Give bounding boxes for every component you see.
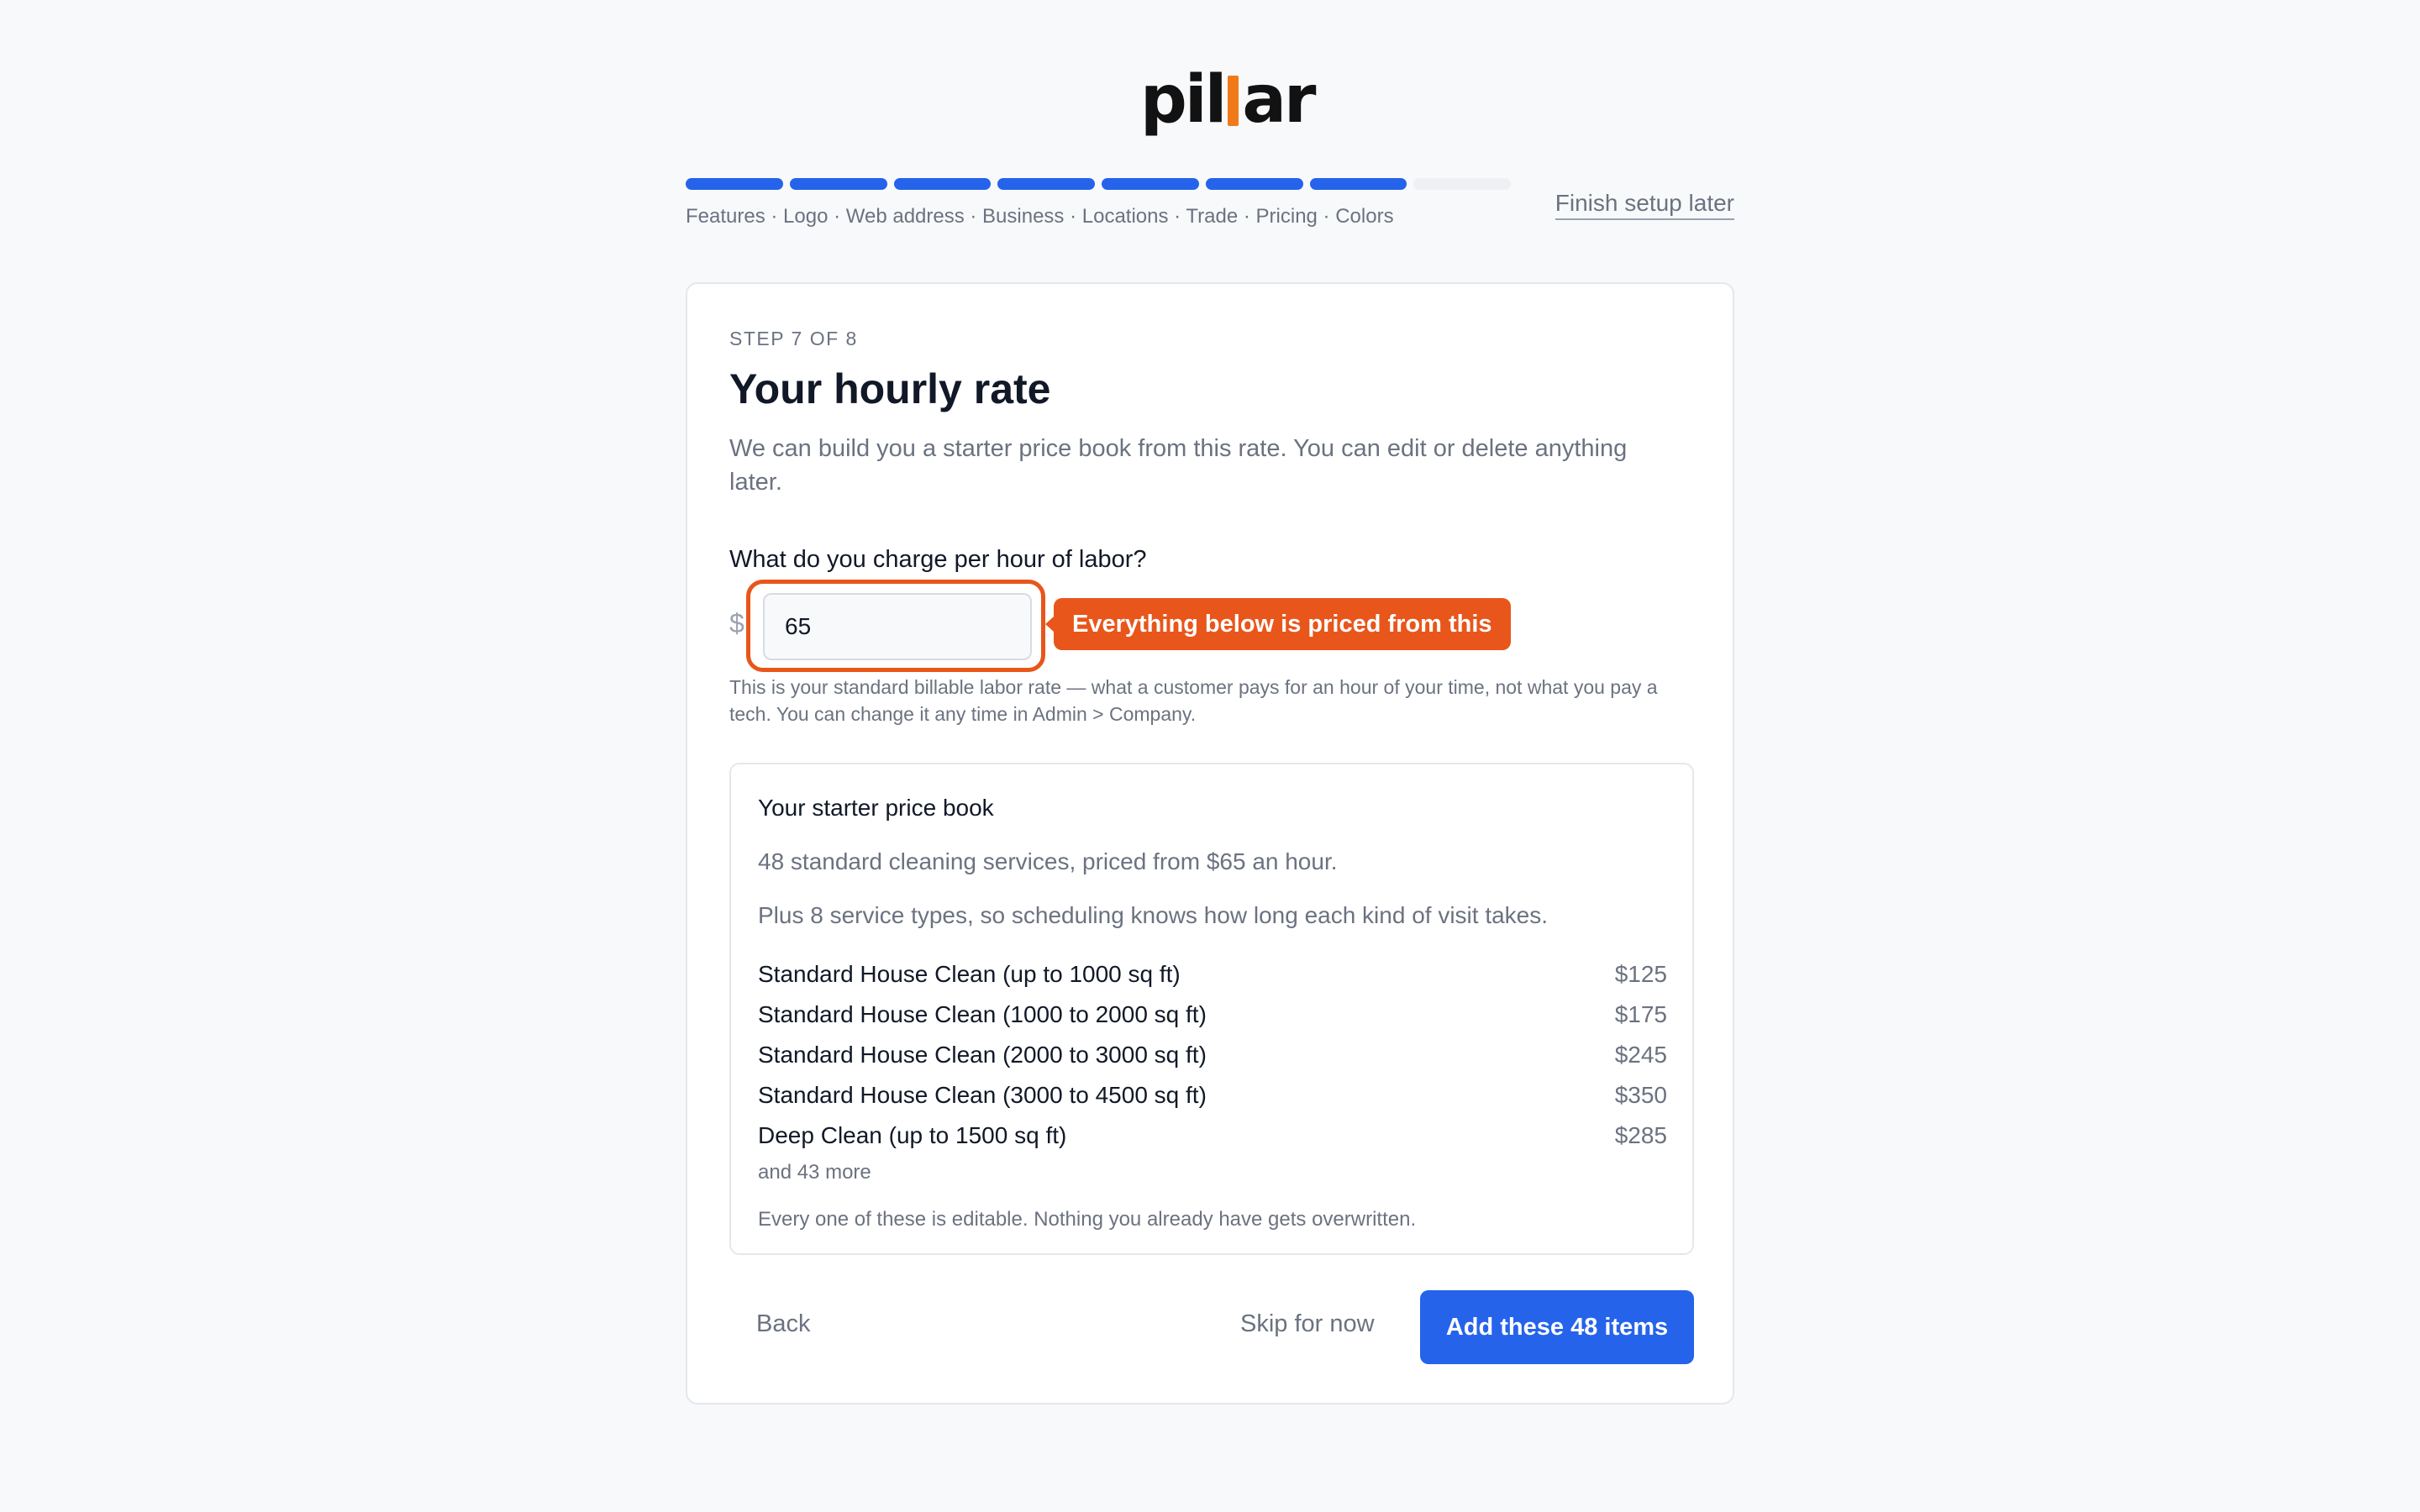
- item-price: $245: [1614, 1042, 1667, 1068]
- progress-segment-3: [893, 178, 992, 190]
- list-item: Standard House Clean (2000 to 3000 sq ft…: [758, 1035, 1667, 1075]
- price-book-items: Standard House Clean (up to 1000 sq ft) …: [758, 954, 1667, 1156]
- progress-segment-8: [1413, 178, 1511, 190]
- price-book-summary: 48 standard cleaning services, priced fr…: [758, 848, 1338, 874]
- starter-price-book: Your starter price book 48 standard clea…: [729, 763, 1694, 1255]
- progress-segment-1: [686, 178, 783, 190]
- item-name: Standard House Clean (up to 1000 sq ft): [758, 961, 1181, 987]
- list-item: Deep Clean (up to 1500 sq ft) $285: [758, 1116, 1667, 1156]
- item-price: $125: [1614, 961, 1667, 987]
- list-item: Standard House Clean (up to 1000 sq ft) …: [758, 954, 1667, 995]
- hourly-rate-input[interactable]: [763, 593, 1032, 660]
- list-item: Standard House Clean (3000 to 4500 sq ft…: [758, 1075, 1667, 1116]
- page-subtitle: We can build you a starter price book fr…: [729, 435, 1628, 496]
- logo-bar-icon: [1228, 76, 1239, 126]
- step-indicator: STEP 7 OF 8: [729, 328, 858, 349]
- add-items-button[interactable]: Add these 48 items: [1420, 1290, 1694, 1364]
- finish-setup-later-link[interactable]: Finish setup later: [1555, 190, 1734, 220]
- pillar-logo: pil ar: [1140, 55, 1316, 138]
- item-price: $350: [1614, 1082, 1667, 1108]
- item-price: $285: [1614, 1122, 1667, 1148]
- price-book-title: Your starter price book: [758, 795, 994, 821]
- currency-symbol: $: [729, 608, 744, 638]
- item-name: Standard House Clean (3000 to 4500 sq ft…: [758, 1082, 1207, 1108]
- hourly-rate-card: STEP 7 OF 8 Your hourly rate We can buil…: [686, 282, 1734, 1404]
- item-name: Standard House Clean (2000 to 3000 sq ft…: [758, 1042, 1207, 1068]
- skip-for-now-button[interactable]: Skip for now: [1240, 1310, 1375, 1338]
- item-price: $175: [1614, 1001, 1667, 1027]
- back-button[interactable]: Back: [756, 1310, 810, 1338]
- item-name: Deep Clean (up to 1500 sq ft): [758, 1122, 1067, 1148]
- page-title: Your hourly rate: [729, 365, 1051, 412]
- item-name: Standard House Clean (1000 to 2000 sq ft…: [758, 1001, 1207, 1027]
- progress-segment-6: [1205, 178, 1303, 190]
- progress-segment-4: [997, 178, 1095, 190]
- progress-segment-5: [1102, 178, 1199, 190]
- price-book-service-types: Plus 8 service types, so scheduling know…: [758, 902, 1549, 928]
- rate-callout-badge: Everything below is priced from this: [1045, 598, 1511, 650]
- setup-progress-bar: [686, 178, 1511, 192]
- price-book-more-count: and 43 more: [758, 1161, 871, 1184]
- progress-steps-label: Features · Logo · Web address · Business…: [686, 205, 1394, 228]
- list-item: Standard House Clean (1000 to 2000 sq ft…: [758, 995, 1667, 1035]
- rate-helper-text: This is your standard billable labor rat…: [729, 676, 1658, 725]
- setup-page: pil ar Features · Logo · Web address · Bu…: [0, 0, 2420, 1512]
- progress-segment-2: [789, 178, 887, 190]
- rate-question-label: What do you charge per hour of labor?: [729, 546, 1147, 573]
- progress-segment-7: [1309, 178, 1407, 190]
- logo-text-right: ar: [1242, 62, 1316, 138]
- logo-text-left: pil: [1140, 62, 1227, 138]
- price-book-note: Every one of these is editable. Nothing …: [758, 1208, 1417, 1231]
